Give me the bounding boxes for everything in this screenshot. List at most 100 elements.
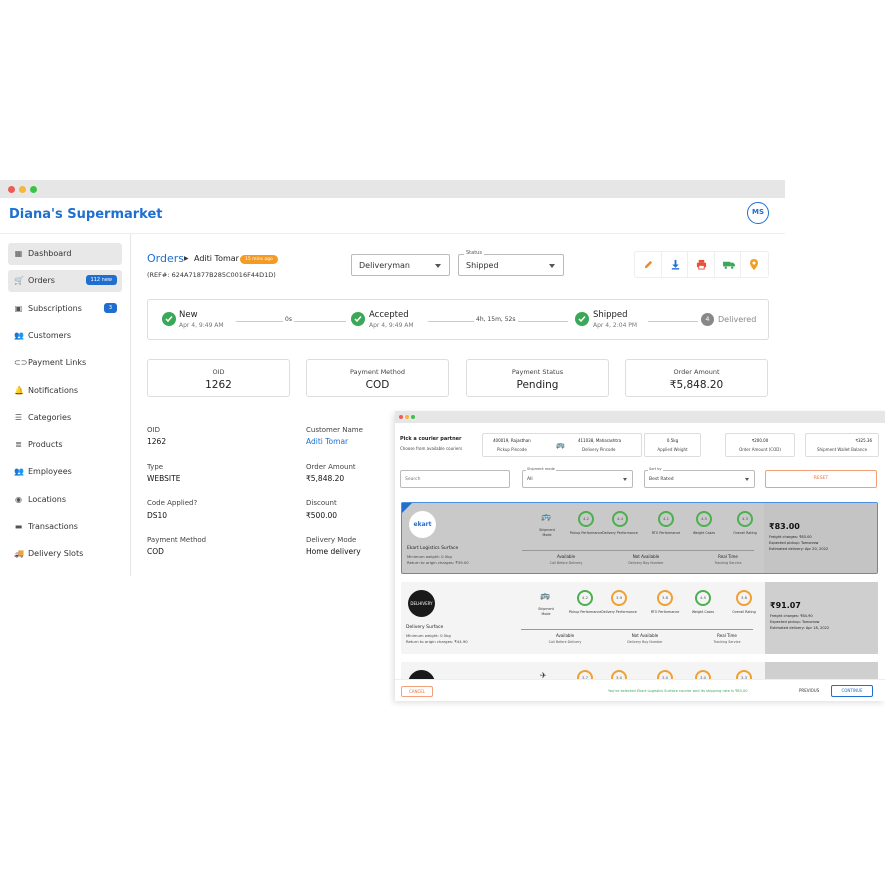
price-panel: ₹83.00 Freight charges: ₹83.00 Expected pi… [764, 503, 877, 573]
previous-button[interactable]: PREVIOUS [799, 688, 819, 693]
sidebar-item-label: Delivery Slots [28, 549, 84, 559]
print-button[interactable] [688, 252, 715, 277]
sidebar-item-label: Transactions [28, 522, 78, 531]
courier-rto-charges: Return to origin charges: ₹39.00 [407, 560, 469, 565]
chevron-down-icon [549, 264, 555, 268]
sidebar-item-label: Categories [28, 412, 72, 422]
edit-button[interactable] [635, 252, 662, 277]
employees-icon: 👥 [14, 467, 24, 477]
summary-card-oid: OID 1262 [147, 359, 290, 397]
sidebar-item-delivery-slots[interactable]: 🚚 Delivery Slots [8, 543, 122, 565]
sort-by-select[interactable]: Sort by Best Rated [644, 467, 755, 488]
card-value: 1262 [205, 379, 232, 391]
courier-title: Pick a courier partner [400, 436, 462, 442]
order-reference: (REF#: 624A71877B285C0016F44D1D) [147, 271, 276, 279]
row-divider [522, 550, 754, 551]
sidebar-item-notifications[interactable]: 🔔 Notifications [8, 380, 122, 402]
reset-button[interactable]: RESET [765, 470, 877, 488]
user-avatar[interactable]: MS [747, 202, 769, 224]
location-button[interactable] [741, 252, 768, 277]
shipment-mode-value: All [527, 477, 533, 482]
feature-status: Not Available [631, 633, 659, 638]
metric-label: Weight Cases [692, 531, 716, 535]
minimize-window-dot[interactable] [405, 415, 409, 419]
feature-name: Delivery Boy Number [627, 640, 663, 644]
feature-name: Call Before Delivery [549, 561, 583, 565]
courier-search-input[interactable]: Search [400, 470, 510, 488]
detail-key: Order Amount [306, 463, 356, 471]
weight-box: 0.5kg Applied Weight [644, 433, 701, 457]
sidebar-item-customers[interactable]: 👥 Customers [8, 325, 122, 347]
breadcrumb-orders[interactable]: Orders [147, 252, 184, 265]
status-select[interactable]: Status Shipped [458, 250, 564, 276]
feature-status: Not Available [632, 554, 660, 559]
chevron-down-icon [623, 478, 627, 481]
bus-icon: 🚌 [540, 591, 550, 600]
feature-name: Tracking Service [713, 640, 741, 644]
sidebar-item-label: Subscriptions [28, 303, 82, 313]
courier-window-titlebar [395, 411, 885, 423]
delivered-step-number: 4 [701, 313, 714, 326]
freight-charges: Freight charges: ₹83.00 [769, 535, 812, 539]
feature-name: Delivery Boy Number [628, 561, 664, 565]
detail-value: COD [147, 547, 164, 556]
bell-icon: 🔔 [14, 385, 24, 395]
estimated-delivery: Estimated delivery: Apr 20, 2022 [769, 547, 829, 551]
metric-label: Delivery Performance [602, 531, 638, 535]
sidebar-badge: 112 new [85, 275, 117, 286]
courier-subtitle: Choose from available couriers [400, 446, 463, 451]
sidebar-item-orders[interactable]: 🛒 Orders 112 new [8, 270, 122, 293]
shipping-price: ₹83.00 [769, 522, 800, 531]
window-titlebar [0, 180, 785, 198]
card-key: Payment Status [511, 368, 564, 376]
users-icon: 👥 [14, 330, 24, 340]
summary-card-payment-status: Payment Status Pending [466, 359, 609, 397]
sidebar-item-products[interactable]: ≣ Products [8, 434, 122, 456]
customer-name-link[interactable]: Aditi Tomar [306, 437, 348, 446]
courier-option-row[interactable]: DELHIVERY Delivery Surface Minimum weight:… [401, 582, 878, 654]
rating-ring: 3.8 [736, 590, 752, 606]
timeline-connector [648, 321, 698, 322]
sidebar-item-label: Dashboard [28, 249, 72, 258]
detail-value: DS10 [147, 511, 168, 520]
download-button[interactable] [662, 252, 689, 277]
courier-min-weight: Minimum weight: 0.5kg [407, 554, 452, 559]
sidebar-badge: 3 [103, 302, 117, 313]
sidebar-item-subscriptions[interactable]: ▣ Subscriptions 3 [8, 298, 122, 320]
continue-button[interactable]: CONTINUE [831, 685, 873, 697]
sidebar-item-locations[interactable]: ◉ Locations [8, 489, 122, 511]
sidebar-item-employees[interactable]: 👥 Employees [8, 461, 122, 483]
sidebar-item-payment-links[interactable]: ⊂⊃ Payment Links [8, 352, 122, 374]
order-actions-toolbar [634, 251, 769, 278]
minimize-window-dot[interactable] [19, 186, 26, 193]
rating-ring: 4.5 [696, 511, 712, 527]
courier-option-row[interactable]: ekart Ekart Logistics Surface Minimum weig… [401, 502, 878, 574]
order-status-timeline: New Apr 4, 9:49 AM 0s Accepted Apr 4, 9:… [147, 299, 769, 340]
maximize-window-dot[interactable] [411, 415, 415, 419]
shipment-mode-label: Shipment mode [526, 467, 556, 471]
sidebar-item-categories[interactable]: ☰ Categories [8, 407, 122, 429]
close-window-dot[interactable] [8, 186, 15, 193]
sidebar-item-transactions[interactable]: ▬ Transactions [8, 516, 122, 538]
wallet-box: ₹325.36 Shipment Wallet Balance [805, 433, 879, 457]
truck-icon [722, 261, 735, 269]
order-amount-box: ₹200.00 Order Amount (COD) [725, 433, 795, 457]
timeline-shipped-label: Shipped [593, 310, 628, 320]
accepted-check-icon [351, 312, 365, 326]
ship-button[interactable] [715, 252, 742, 277]
timeline-accepted-time: Apr 4, 9:49 AM [369, 322, 414, 329]
rating-ring: 4.4 [612, 511, 628, 527]
close-window-dot[interactable] [399, 415, 403, 419]
shipped-check-icon [575, 312, 589, 326]
cancel-button[interactable]: CANCEL [401, 686, 433, 697]
brand-title[interactable]: Diana's Supermarket [9, 207, 163, 222]
sidebar-item-dashboard[interactable]: ▦ Dashboard [8, 243, 122, 265]
sidebar-item-label: Products [28, 440, 63, 450]
price-panel: ₹91.07 Freight charges: ₹84.90 Expected pi… [765, 582, 878, 654]
deliveryman-select[interactable]: Deliveryman [351, 254, 450, 276]
shipment-mode-select[interactable]: Shipment mode All [522, 467, 633, 488]
timeline-shipped-time: Apr 4, 2:04 PM [593, 322, 638, 329]
feature-name: Call Before Delivery [548, 640, 582, 644]
rating-ring: 4.5 [695, 590, 711, 606]
maximize-window-dot[interactable] [30, 186, 37, 193]
